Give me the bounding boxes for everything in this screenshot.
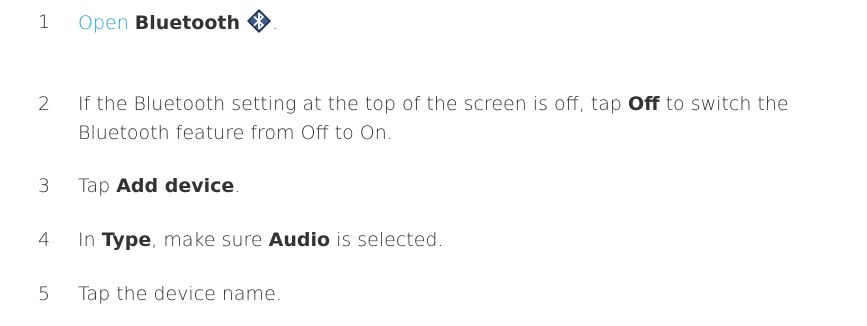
- step-text: Tap the device name.: [78, 283, 282, 305]
- step-number: 4: [38, 229, 51, 251]
- step-text-before: Tap: [78, 175, 117, 197]
- step-text-middle: , make sure: [151, 229, 269, 251]
- step-text: If the Bluetooth setting at the top of t…: [78, 90, 858, 148]
- add-device-label: Add device: [116, 175, 235, 197]
- step-text-before: If the Bluetooth setting at the top of t…: [78, 93, 628, 115]
- step-number: 2: [38, 93, 51, 115]
- step-text: Tap Add device.: [78, 172, 858, 201]
- step-number: 1: [38, 11, 51, 33]
- type-label: Type: [101, 229, 152, 251]
- app-name: Bluetooth: [134, 12, 241, 34]
- step-text-before: In: [78, 229, 102, 251]
- open-link[interactable]: Open: [78, 12, 129, 34]
- step-text-after: is selected.: [330, 229, 444, 251]
- step-text: In Type, make sure Audio is selected.: [78, 226, 858, 255]
- audio-label: Audio: [268, 229, 331, 251]
- bluetooth-icon: [247, 9, 272, 33]
- trailing-period: .: [272, 12, 279, 34]
- step-text: Open Bluetooth .: [78, 8, 858, 38]
- step-number: 3: [38, 175, 51, 197]
- step-number: 5: [38, 283, 51, 305]
- off-label: Off: [628, 93, 660, 115]
- step-text-after: .: [234, 175, 241, 197]
